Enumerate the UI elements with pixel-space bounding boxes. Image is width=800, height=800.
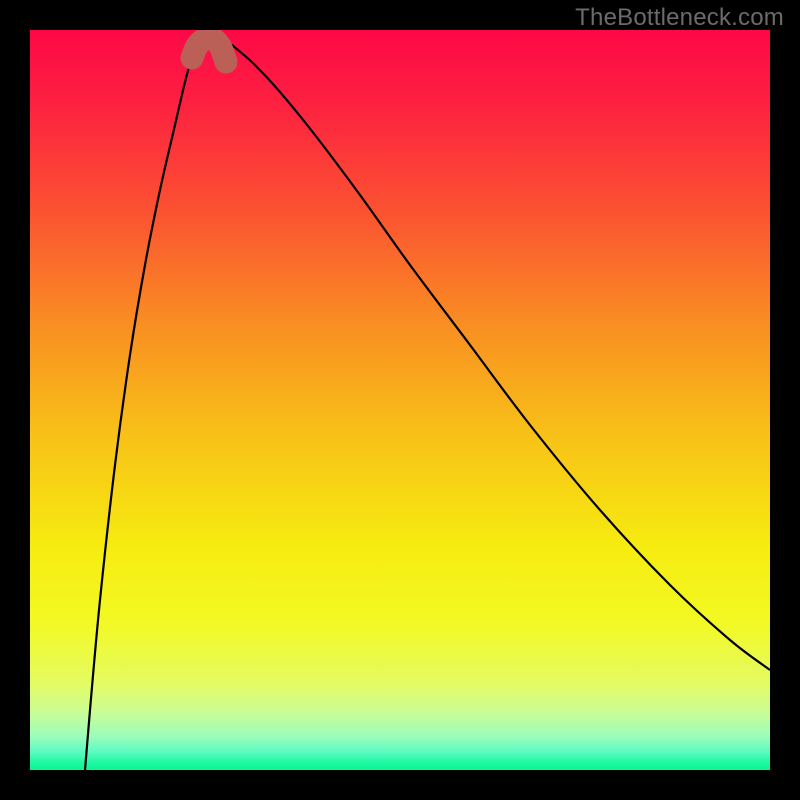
curve-left-branch bbox=[85, 39, 200, 770]
watermark-text: TheBottleneck.com bbox=[575, 4, 784, 32]
curve-layer bbox=[30, 30, 770, 770]
minimum-marker bbox=[192, 38, 226, 62]
curve-right-branch bbox=[220, 39, 770, 670]
outer-frame: TheBottleneck.com bbox=[0, 0, 800, 800]
plot-area bbox=[30, 30, 770, 770]
